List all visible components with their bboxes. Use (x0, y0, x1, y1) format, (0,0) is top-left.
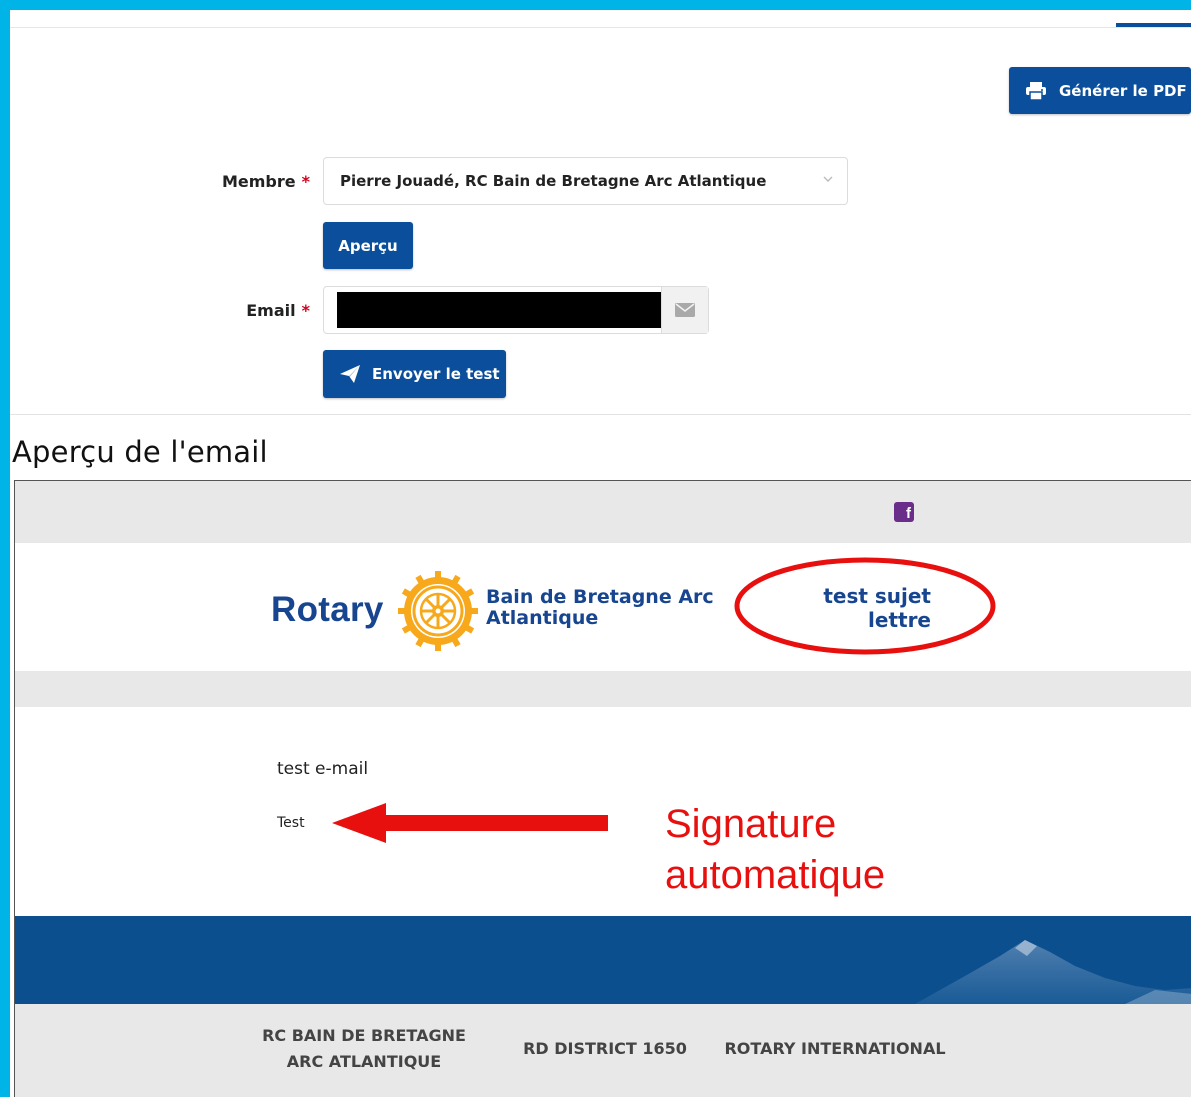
required-marker: * (301, 301, 310, 320)
envelope-icon (661, 287, 708, 333)
top-divider (10, 27, 1191, 28)
email-footer: RC BAIN DE BRETAGNE ARC ATLANTIQUE RD DI… (15, 1004, 1191, 1097)
email-signature: Test (277, 815, 305, 831)
member-label: Membre * (221, 172, 310, 191)
email-body: test e-mail Test Signature automatique (15, 707, 1191, 916)
section-divider (10, 414, 1191, 415)
redacted-email-value (337, 292, 663, 328)
chevron-down-icon (823, 172, 833, 187)
club-name: Bain de Bretagne Arc Atlantique (486, 586, 714, 629)
email-label: Email * (246, 301, 310, 320)
rotary-wheel-icon (398, 571, 478, 655)
send-test-label: Envoyer le test (372, 365, 500, 383)
annotation-text: Signature automatique (665, 802, 886, 897)
footer-link-rotary-international[interactable]: ROTARY INTERNATIONAL (715, 1036, 955, 1062)
mountain-image (915, 940, 1191, 1004)
member-select-value: Pierre Jouadé, RC Bain de Bretagne Arc A… (340, 172, 767, 190)
member-select[interactable]: Pierre Jouadé, RC Bain de Bretagne Arc A… (323, 157, 848, 205)
required-marker: * (301, 172, 310, 191)
generate-pdf-label: Générer le PDF (1059, 81, 1187, 100)
email-spacer-band (15, 671, 1191, 707)
preview-button[interactable]: Aperçu (323, 222, 413, 269)
send-test-button[interactable]: Envoyer le test (323, 350, 506, 398)
paper-plane-icon (340, 365, 360, 383)
footer-link-district[interactable]: RD DISTRICT 1650 (517, 1036, 693, 1062)
email-header: Rotary Bain de Bretagne Arc Atlantique t… (15, 543, 1191, 671)
red-arrow-icon (332, 803, 608, 843)
generate-pdf-button[interactable]: Générer le PDF (1009, 67, 1191, 114)
footer-link-club[interactable]: RC BAIN DE BRETAGNE ARC ATLANTIQUE (249, 1023, 479, 1075)
printer-icon (1026, 81, 1046, 100)
email-top-bar: f (15, 481, 1191, 543)
highlight-oval (734, 557, 996, 655)
preview-title: Aperçu de l'email (12, 435, 268, 469)
email-field[interactable] (323, 286, 709, 334)
rotary-logo-text: Rotary (271, 590, 384, 629)
page: Générer le PDF Membre * Pierre Jouadé, RC… (10, 10, 1191, 1097)
email-banner (15, 916, 1191, 1004)
email-body-text: test e-mail (277, 759, 369, 779)
email-preview: f Rotary Bain de Bretagne Arc Atlantique… (14, 480, 1191, 1097)
facebook-icon[interactable]: f (894, 502, 914, 522)
active-tab-indicator (1116, 23, 1191, 27)
